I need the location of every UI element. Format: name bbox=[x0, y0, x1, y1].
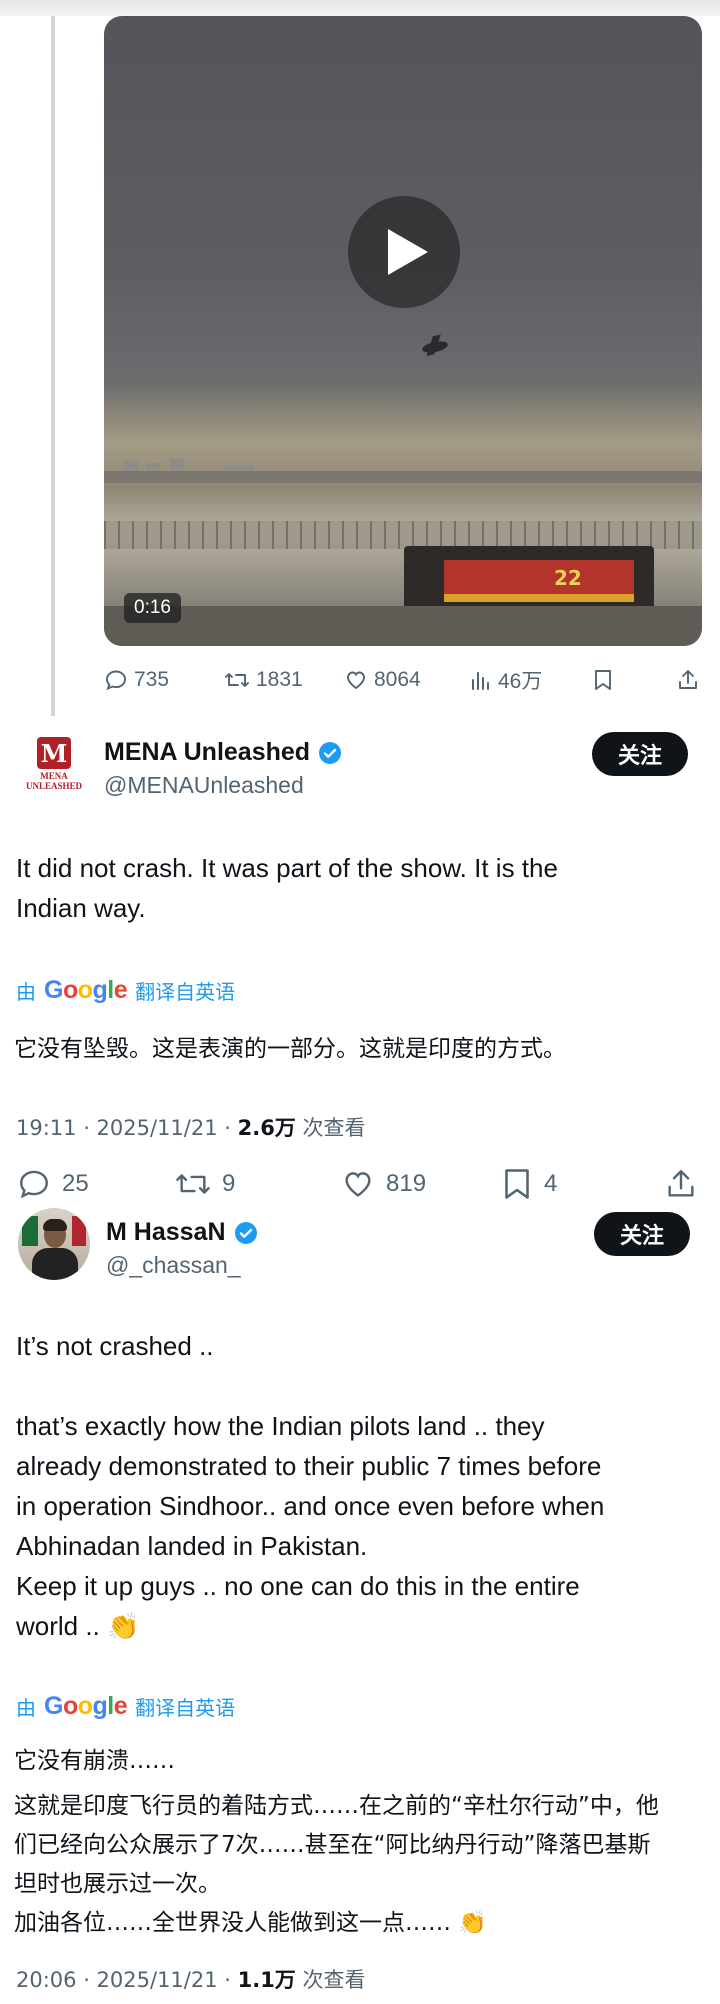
tweet-text-line: that’s exactly how the Indian pilots lan… bbox=[16, 1411, 545, 1441]
retweet-button[interactable]: 1831 bbox=[224, 664, 303, 696]
tweet-meta: 19:11 · 2025/11/21 · 2.6万 次查看 bbox=[16, 1112, 366, 1142]
timestamp[interactable]: 20:06 · 2025/11/21 · bbox=[16, 1968, 238, 1992]
views-chart-icon bbox=[472, 672, 489, 690]
tweet-text-line: in operation Sindhoor.. and once even be… bbox=[16, 1491, 605, 1521]
reply-count: 25 bbox=[62, 1170, 89, 1197]
truck-number: 22 bbox=[554, 566, 582, 590]
bookmark-count: 4 bbox=[544, 1170, 558, 1197]
top-fade bbox=[0, 0, 720, 16]
reply-count: 735 bbox=[134, 668, 170, 691]
heart-icon bbox=[345, 1172, 371, 1197]
tweet-text-line bbox=[16, 1366, 604, 1406]
like-count: 8064 bbox=[374, 668, 421, 691]
display-name[interactable]: M HassaN bbox=[106, 1218, 258, 1247]
tweet-text-line: It’s not crashed .. bbox=[16, 1331, 214, 1361]
translated-text: 它没有坠毁。这是表演的一部分。这就是印度的方式。 bbox=[14, 1036, 566, 1062]
verified-badge-icon bbox=[234, 1221, 257, 1244]
video-scene-plane bbox=[421, 339, 449, 355]
translation-attribution[interactable]: 由 Google 翻译自英语 bbox=[16, 976, 235, 1005]
translated-text-line: 坦时也展示过一次。 bbox=[14, 1871, 221, 1897]
reply-icon bbox=[20, 1170, 48, 1199]
video-duration: 0:16 bbox=[124, 593, 181, 623]
tweet-text-line: world .. 👏 bbox=[16, 1611, 140, 1641]
share-icon bbox=[679, 670, 697, 689]
translation-attribution[interactable]: 由 Google 翻译自英语 bbox=[16, 1692, 235, 1721]
tweet-meta: 20:06 · 2025/11/21 · 1.1万 次查看 bbox=[16, 1964, 366, 1994]
tweet-text-line: Abhinadan landed in Pakistan. bbox=[16, 1531, 368, 1561]
translated-text-line: 这就是印度飞行员的着陆方式……在之前的“辛杜尔行动”中，他 bbox=[14, 1793, 659, 1819]
translated-text-line: 它没有崩溃…… bbox=[14, 1748, 175, 1774]
bookmark-button[interactable] bbox=[592, 664, 614, 696]
retweet-button[interactable]: 9 bbox=[174, 1168, 235, 1200]
translate-from-label: 翻译自英语 bbox=[135, 980, 236, 1004]
like-button[interactable]: 8064 bbox=[344, 664, 421, 696]
display-name[interactable]: MENA Unleashed bbox=[104, 738, 342, 767]
translate-from-label: 翻译自英语 bbox=[135, 1696, 236, 1720]
avatar-logo-text: MENA UNLEASHED bbox=[25, 771, 82, 791]
video-scene-ground bbox=[104, 606, 702, 646]
views-count: 46万 bbox=[498, 670, 543, 693]
quoted-tweet-actions: 735 1831 8064 46万 bbox=[104, 664, 704, 696]
user-handle[interactable]: @_chassan_ bbox=[106, 1252, 241, 1279]
views-count: 2.6万 bbox=[237, 1116, 296, 1140]
verified-badge-icon bbox=[319, 741, 342, 764]
tweet-text-line: Keep it up guys .. no one can do this in… bbox=[16, 1571, 580, 1601]
video-player[interactable]: 22 0:16 bbox=[104, 16, 702, 646]
retweet-count: 1831 bbox=[256, 668, 303, 691]
bookmark-icon bbox=[505, 1169, 529, 1199]
retweet-count: 9 bbox=[222, 1170, 236, 1197]
translate-by-label: 由 bbox=[16, 1696, 36, 1720]
follow-button[interactable]: 关注 bbox=[592, 732, 688, 776]
tweet-text-line: already demonstrated to their public 7 t… bbox=[16, 1451, 602, 1481]
timestamp[interactable]: 19:11 · 2025/11/21 · bbox=[16, 1116, 238, 1140]
google-logo-icon: Google bbox=[44, 976, 128, 1004]
retweet-icon bbox=[176, 1174, 210, 1194]
views-label: 次查看 bbox=[295, 1968, 366, 1992]
tweet-text: It did not crash. It was part of the sho… bbox=[16, 848, 558, 928]
mena-logo-icon: M bbox=[37, 737, 71, 769]
heart-icon bbox=[347, 671, 365, 690]
like-count: 819 bbox=[386, 1170, 427, 1197]
reply-button[interactable]: 735 bbox=[104, 664, 169, 696]
share-icon bbox=[668, 1170, 694, 1197]
thread-connector-line bbox=[51, 16, 55, 716]
video-scene-horizon bbox=[104, 471, 702, 483]
display-name-text: MENA Unleashed bbox=[104, 738, 311, 766]
translate-by-label: 由 bbox=[16, 980, 36, 1004]
views-label: 次查看 bbox=[295, 1116, 366, 1140]
views-button[interactable]: 46万 bbox=[470, 664, 542, 696]
play-button[interactable] bbox=[348, 196, 460, 308]
video-scene-fence bbox=[104, 521, 702, 549]
bookmark-button[interactable]: 4 bbox=[500, 1168, 557, 1200]
play-icon bbox=[388, 229, 428, 275]
reply-icon bbox=[106, 670, 126, 691]
display-name-text: M HassaN bbox=[106, 1218, 226, 1246]
tweet-text-line: Indian way. bbox=[16, 893, 146, 923]
bookmark-icon bbox=[595, 670, 611, 690]
share-button[interactable] bbox=[664, 1168, 698, 1200]
share-button[interactable] bbox=[676, 664, 700, 696]
tweet-text-line: It did not crash. It was part of the sho… bbox=[16, 853, 558, 883]
tweet-actions: 25 9 819 4 bbox=[0, 1162, 720, 1210]
like-button[interactable]: 819 bbox=[340, 1168, 426, 1200]
tweet-text: It’s not crashed .. that’s exactly how t… bbox=[16, 1326, 604, 1646]
retweet-icon bbox=[225, 673, 249, 687]
reply-button[interactable]: 25 bbox=[16, 1168, 89, 1200]
translated-text-line: 加油各位……全世界没人能做到这一点…… 👏 bbox=[14, 1910, 487, 1936]
translated-text: 它没有崩溃…… 这就是印度飞行员的着陆方式……在之前的“辛杜尔行动”中，他 们已… bbox=[14, 1742, 659, 1943]
follow-button[interactable]: 关注 bbox=[594, 1212, 690, 1256]
google-logo-icon: Google bbox=[44, 1692, 128, 1720]
avatar[interactable]: M MENA UNLEASHED bbox=[20, 730, 88, 798]
avatar[interactable] bbox=[18, 1208, 90, 1280]
user-handle[interactable]: @MENAUnleashed bbox=[104, 772, 304, 799]
views-count: 1.1万 bbox=[237, 1968, 296, 1992]
translated-text-line: 们已经向公众展示了7次……甚至在“阿比纳丹行动”降落巴基斯 bbox=[14, 1832, 651, 1858]
